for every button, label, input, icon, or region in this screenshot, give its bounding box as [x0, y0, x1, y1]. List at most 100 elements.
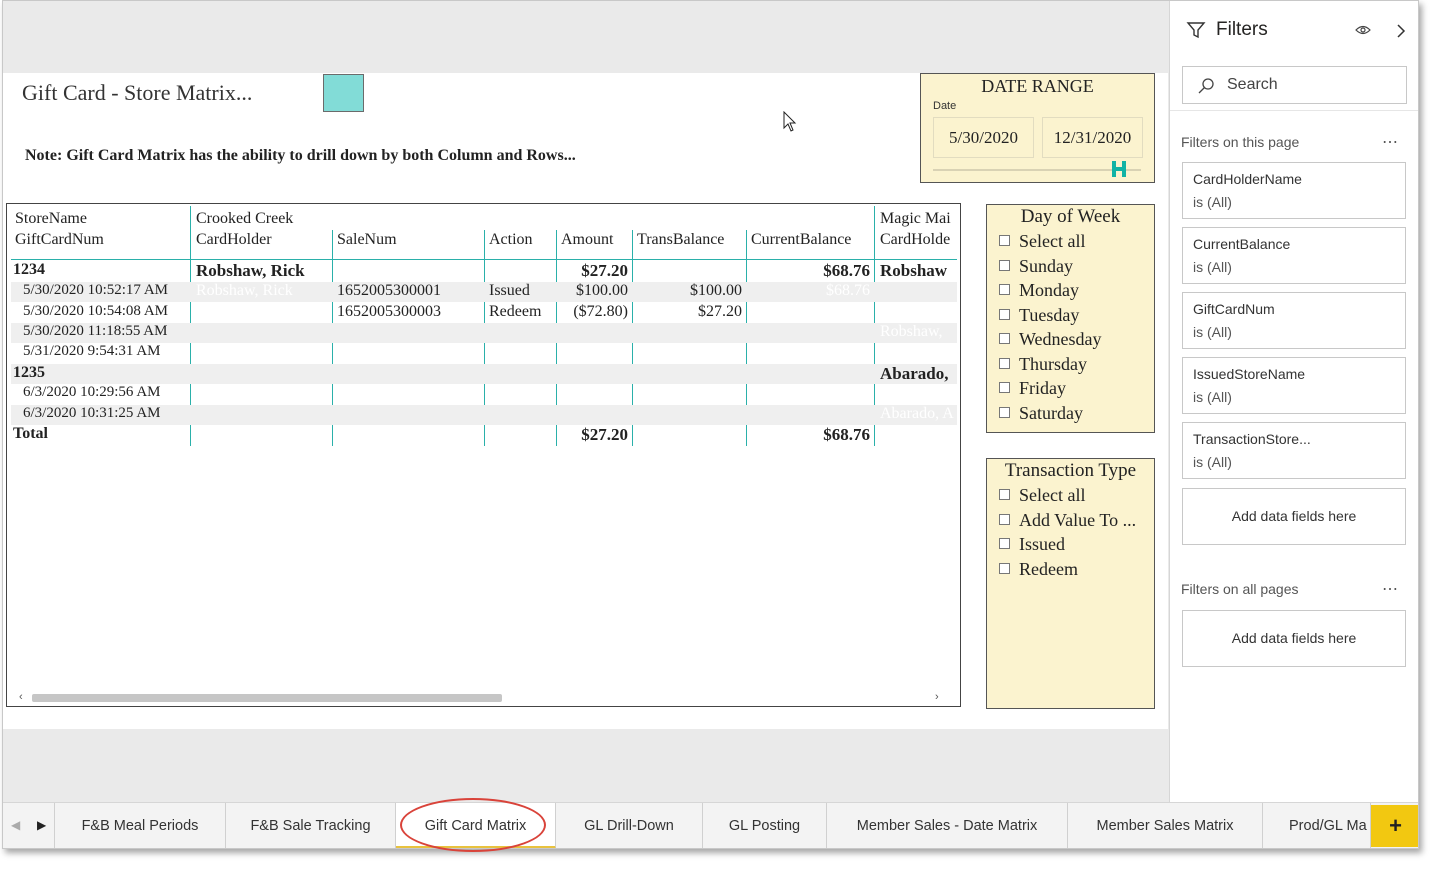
filter-card-value: is (All): [1193, 389, 1232, 405]
row-label[interactable]: 5/30/2020 11:18:55 AM: [23, 323, 167, 340]
column-header-cardholder[interactable]: CardHolder: [196, 231, 272, 249]
tab-fb-meal-periods[interactable]: F&B Meal Periods: [54, 803, 226, 848]
tab-member-sales-date-matrix[interactable]: Member Sales - Date Matrix: [827, 803, 1068, 848]
checkbox-icon[interactable]: [999, 382, 1010, 393]
cell-cardholder: Abarado,: [880, 364, 949, 383]
slicer-option[interactable]: Wednesday: [999, 329, 1102, 350]
cell-action: Redeem: [489, 303, 542, 320]
date-slider-track[interactable]: [933, 169, 1141, 171]
slicer-option[interactable]: Tuesday: [999, 305, 1079, 326]
tab-member-sales-matrix[interactable]: Member Sales Matrix: [1068, 803, 1263, 848]
checkbox-icon[interactable]: [999, 235, 1010, 246]
filter-card-name: CardHolderName: [1193, 171, 1302, 187]
slicer-title: Transaction Type: [1004, 460, 1137, 481]
scroll-left-icon[interactable]: ‹: [19, 691, 23, 703]
row-label[interactable]: 5/31/2020 9:54:31 AM: [23, 343, 161, 360]
slicer-option[interactable]: Friday: [999, 378, 1066, 399]
search-icon: [1198, 78, 1214, 94]
slicer-title: Day of Week: [1020, 206, 1121, 227]
add-data-fields-all-pages[interactable]: Add data fields here: [1182, 610, 1406, 667]
filter-card-cardholdername[interactable]: CardHolderName is (All): [1182, 162, 1406, 219]
checkbox-icon[interactable]: [999, 538, 1010, 549]
checkbox-icon[interactable]: [999, 333, 1010, 344]
slicer-option[interactable]: Issued: [999, 534, 1065, 555]
slicer-option-label: Tuesday: [1019, 305, 1080, 325]
slicer-option[interactable]: Thursday: [999, 354, 1087, 375]
row-label[interactable]: 5/30/2020 10:52:17 AM: [23, 282, 168, 299]
tab-gl-posting[interactable]: GL Posting: [703, 803, 827, 848]
column-group-header[interactable]: Magic Mai: [880, 210, 951, 228]
filter-card-currentbalance[interactable]: CurrentBalance is (All): [1182, 227, 1406, 284]
column-group-header[interactable]: Crooked Creek: [196, 210, 293, 228]
filter-search-input[interactable]: Search: [1182, 66, 1407, 104]
scroll-right-icon[interactable]: ›: [935, 691, 939, 703]
slicer-option[interactable]: Select all: [999, 231, 1085, 252]
tab-scroll-right-icon[interactable]: ▶: [37, 818, 46, 832]
column-header-currentbalance[interactable]: CurrentBalance: [751, 231, 851, 249]
checkbox-icon[interactable]: [999, 514, 1010, 525]
tab-prod-gl-matrix[interactable]: Prod/GL Ma: [1263, 803, 1371, 848]
column-header-cardholder[interactable]: CardHolde: [880, 231, 950, 249]
more-options-icon[interactable]: ⋯: [1382, 579, 1399, 599]
date-range-field-label: Date: [933, 100, 957, 112]
checkbox-icon[interactable]: [999, 260, 1010, 271]
checkbox-icon[interactable]: [999, 358, 1010, 369]
row-label[interactable]: 5/30/2020 10:54:08 AM: [23, 303, 168, 320]
checkbox-icon[interactable]: [999, 563, 1010, 574]
collapse-pane-icon[interactable]: [1396, 23, 1406, 39]
gift-card-matrix[interactable]: StoreName GiftCardNum Crooked Creek Magi…: [6, 203, 961, 707]
filter-card-value: is (All): [1193, 194, 1232, 210]
slicer-option[interactable]: Sunday: [999, 256, 1073, 277]
slicer-option-label: Issued: [1019, 534, 1065, 554]
add-data-fields-page[interactable]: Add data fields here: [1182, 488, 1406, 545]
filter-card-transactionstore[interactable]: TransactionStore... is (All): [1182, 422, 1406, 479]
cell-cardholder: Robshaw, Rick: [196, 261, 305, 280]
filter-card-issuedstorename[interactable]: IssuedStoreName is (All): [1182, 357, 1406, 414]
column-header-salenum[interactable]: SaleNum: [337, 231, 397, 249]
cell-cardholder: Robshaw, Rick: [196, 282, 293, 299]
date-slider-handle-icon[interactable]: [1111, 160, 1127, 178]
report-app: Gift Card - Store Matrix... Note: Gift C…: [2, 0, 1419, 849]
column-header-transbalance[interactable]: TransBalance: [637, 231, 724, 249]
column-header-action[interactable]: Action: [489, 231, 533, 249]
slicer-option[interactable]: Monday: [999, 280, 1079, 301]
checkbox-icon[interactable]: [999, 407, 1010, 418]
eye-icon[interactable]: [1355, 24, 1371, 36]
cell-amount: $100.00: [576, 282, 628, 299]
scrollbar-thumb[interactable]: [32, 694, 502, 702]
cell-salenum: 1652005300001: [337, 282, 441, 299]
total-currentbalance: $68.76: [823, 425, 870, 444]
more-options-icon[interactable]: ⋯: [1382, 132, 1399, 152]
slicer-option[interactable]: Select all: [999, 485, 1085, 506]
report-canvas: Gift Card - Store Matrix... Note: Gift C…: [3, 73, 1168, 729]
row-header-giftcardnum[interactable]: GiftCardNum: [15, 231, 104, 249]
filter-card-name: IssuedStoreName: [1193, 366, 1306, 382]
date-end-input[interactable]: 12/31/2020: [1042, 117, 1143, 158]
tab-gl-drill-down[interactable]: GL Drill-Down: [556, 803, 703, 848]
date-range-title: DATE RANGE: [981, 76, 1094, 96]
filter-card-giftcardnum[interactable]: GiftCardNum is (All): [1182, 292, 1406, 349]
tab-scroll-left-icon[interactable]: ◀: [11, 818, 20, 832]
cell-cardholder: Robshaw: [880, 261, 948, 280]
cell-currentbalance: $68.76: [823, 261, 870, 280]
row-label[interactable]: 6/3/2020 10:29:56 AM: [23, 384, 161, 401]
filters-on-all-pages-label: Filters on all pages: [1181, 581, 1299, 597]
horizontal-scrollbar[interactable]: ‹ ›: [7, 690, 960, 706]
slicer-option-label: Friday: [1019, 378, 1066, 398]
slicer-option[interactable]: Add Value To ...: [999, 510, 1136, 531]
row-header-storename[interactable]: StoreName: [15, 210, 87, 228]
date-start-input[interactable]: 5/30/2020: [933, 117, 1034, 158]
checkbox-icon[interactable]: [999, 489, 1010, 500]
tab-fb-sale-tracking[interactable]: F&B Sale Tracking: [226, 803, 396, 848]
checkbox-icon[interactable]: [999, 309, 1010, 320]
filter-icon: [1186, 22, 1206, 39]
row-label[interactable]: 1235: [13, 364, 45, 382]
add-page-button[interactable]: +: [1371, 805, 1418, 847]
filter-card-value: is (All): [1193, 324, 1232, 340]
slicer-option[interactable]: Redeem: [999, 559, 1078, 580]
column-header-amount[interactable]: Amount: [561, 231, 613, 249]
checkbox-icon[interactable]: [999, 284, 1010, 295]
row-label[interactable]: 1234: [13, 261, 45, 279]
row-label[interactable]: 6/3/2020 10:31:25 AM: [23, 405, 161, 422]
slicer-option[interactable]: Saturday: [999, 403, 1083, 424]
